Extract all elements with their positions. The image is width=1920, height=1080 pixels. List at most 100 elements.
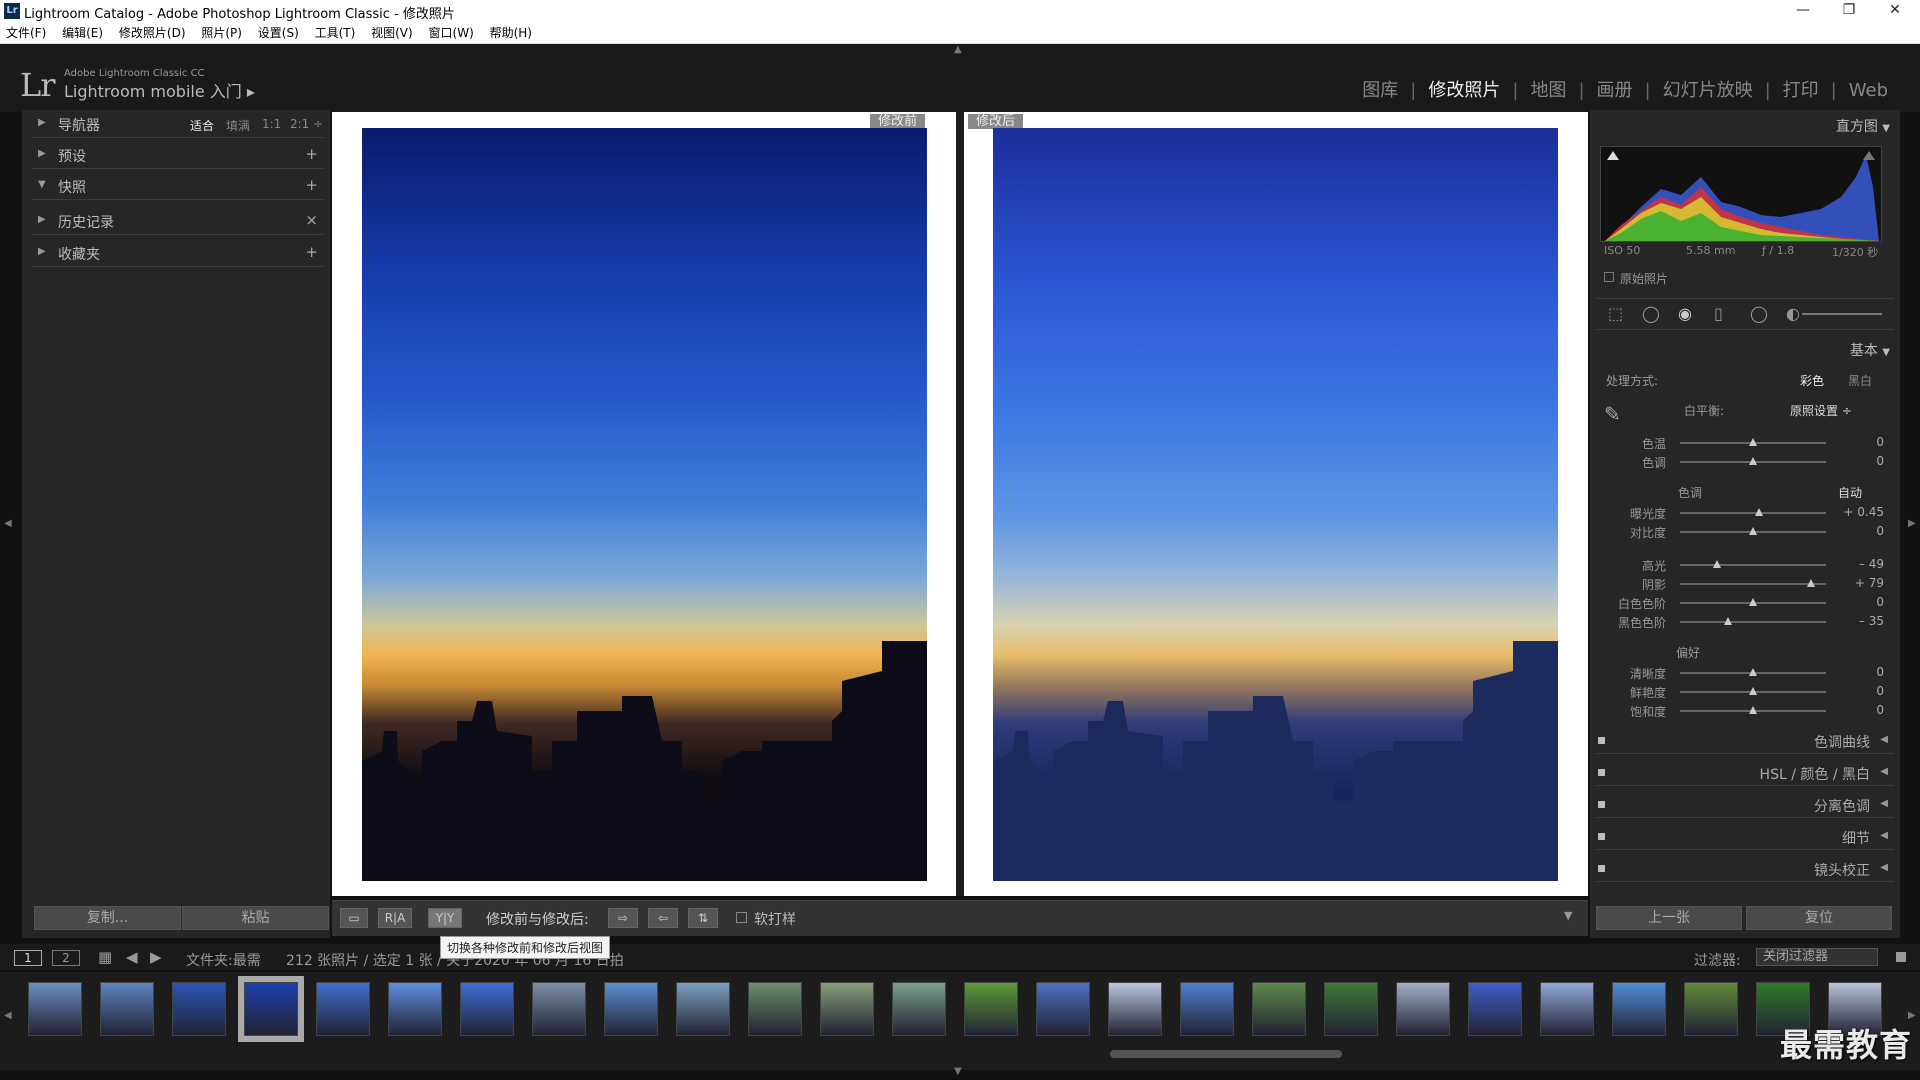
previous-button[interactable]: 上一张 [1596, 906, 1742, 930]
panel-toggle-icon[interactable] [1598, 737, 1605, 744]
filter-lock-icon[interactable] [1896, 952, 1906, 962]
original-photo-checkbox[interactable] [1604, 272, 1614, 282]
slider-knob[interactable] [1749, 457, 1757, 465]
filmstrip-thumbnail[interactable] [94, 976, 160, 1042]
module-book[interactable]: 画册 [1585, 80, 1645, 101]
slider-track[interactable] [1680, 621, 1826, 623]
panel-toggle-icon[interactable] [1598, 833, 1605, 840]
filmstrip-scrollbar[interactable] [1110, 1050, 1342, 1058]
filmstrip-thumbnail[interactable] [1390, 976, 1456, 1042]
copy-settings-button[interactable]: 复制... [34, 906, 181, 930]
loupe-view-button[interactable]: ▭ [340, 908, 368, 928]
filmstrip-thumbnail[interactable] [1246, 976, 1312, 1042]
treatment-bw[interactable]: 黑白 [1848, 372, 1872, 389]
collections-header[interactable]: ▶ 收藏夹 + [32, 241, 324, 267]
filmstrip-thumbnail[interactable] [1174, 976, 1240, 1042]
collapsed-panel-header[interactable]: 色调曲线 ◀ [1596, 728, 1894, 754]
filmstrip-thumbnail[interactable] [814, 976, 880, 1042]
module-print[interactable]: 打印 [1771, 80, 1831, 101]
menu-tools[interactable]: 工具(T) [309, 22, 362, 44]
menu-photo[interactable]: 照片(P) [195, 22, 248, 44]
slider-value[interactable]: 0 [1876, 595, 1884, 609]
menu-edit[interactable]: 编辑(E) [56, 22, 109, 44]
highlight-clipping-icon[interactable] [1863, 151, 1875, 160]
histogram-header[interactable]: 直方图 ▼ [1810, 116, 1890, 136]
wb-eyedropper-icon[interactable]: ✎ [1604, 402, 1621, 426]
menu-view[interactable]: 视图(V) [365, 22, 419, 44]
lightroom-mobile-link[interactable]: Lightroom mobile 入门 ▸ [64, 78, 255, 102]
add-snapshot-icon[interactable]: + [305, 176, 318, 194]
filmstrip-thumbnail[interactable] [958, 976, 1024, 1042]
slider-knob[interactable] [1749, 687, 1757, 695]
filmstrip-thumbnail[interactable] [886, 976, 952, 1042]
before-photo[interactable] [362, 128, 927, 881]
filmstrip-thumbnail[interactable] [22, 976, 88, 1042]
slider-knob[interactable] [1749, 438, 1757, 446]
slider-value[interactable]: – 35 [1859, 614, 1884, 628]
panel-toggle-icon[interactable] [1598, 865, 1605, 872]
collapsed-panel-header[interactable]: 镜头校正 ◀ [1596, 856, 1894, 882]
filmstrip-thumbnail[interactable] [742, 976, 808, 1042]
slider-knob[interactable] [1754, 508, 1763, 516]
slider-value[interactable]: + 0.45 [1843, 505, 1884, 519]
filmstrip-thumbnail[interactable] [1318, 976, 1384, 1042]
after-photo[interactable] [993, 128, 1558, 881]
collapse-top-arrow-icon[interactable]: ▲ [954, 44, 962, 55]
add-collection-icon[interactable]: + [305, 243, 318, 261]
panel-toggle-icon[interactable] [1598, 769, 1605, 776]
graduated-filter-icon[interactable]: ▯ [1714, 304, 1723, 323]
zoom-fill[interactable]: 填满 [226, 117, 250, 134]
filmstrip-thumbnail[interactable] [526, 976, 592, 1042]
zoom-2-1[interactable]: 2:1 ÷ [290, 117, 323, 131]
filmstrip-thumbnail[interactable] [1606, 976, 1672, 1042]
red-eye-icon[interactable]: ◉ [1678, 304, 1692, 323]
close-button[interactable]: ✕ [1872, 0, 1918, 22]
basic-header[interactable]: 基本 ▼ [1810, 340, 1890, 360]
treatment-color[interactable]: 彩色 [1800, 372, 1824, 389]
grid-view-icon[interactable]: ▦ [98, 948, 112, 966]
filmstrip-thumbnail[interactable] [238, 976, 304, 1042]
slider-knob[interactable] [1749, 527, 1757, 535]
crop-tool-icon[interactable]: ⬚ [1608, 304, 1623, 323]
collapse-left-arrow-icon[interactable]: ◀ [4, 518, 12, 529]
slider-knob[interactable] [1712, 560, 1721, 568]
slider-value[interactable]: 0 [1876, 684, 1884, 698]
radial-filter-icon[interactable]: ◯ [1750, 304, 1768, 323]
filmstrip-thumbnail[interactable] [670, 976, 736, 1042]
collapsed-panel-header[interactable]: 细节 ◀ [1596, 824, 1894, 850]
slider-track[interactable] [1680, 564, 1826, 566]
slider-knob[interactable] [1807, 579, 1816, 587]
white-balance-select[interactable]: 原照设置 ÷ [1790, 402, 1852, 419]
filmstrip-thumbnail[interactable] [1030, 976, 1096, 1042]
paste-settings-button[interactable]: 粘贴 [182, 906, 329, 930]
filmstrip-thumbnail[interactable] [1534, 976, 1600, 1042]
history-header[interactable]: ▶ 历史记录 × [32, 209, 324, 235]
back-arrow-icon[interactable]: ◀ [126, 948, 138, 966]
primary-window-button[interactable]: 1 [14, 950, 42, 966]
slider-knob[interactable] [1724, 617, 1733, 625]
swap-before-after-button[interactable]: ⇅ [688, 908, 718, 928]
slider-value[interactable]: 0 [1876, 454, 1884, 468]
slider-value[interactable]: 0 [1876, 665, 1884, 679]
filter-select[interactable]: 关闭过滤器 [1756, 948, 1878, 966]
menu-develop[interactable]: 修改照片(D) [113, 22, 192, 44]
zoom-1-1[interactable]: 1:1 [262, 117, 281, 131]
filmstrip-thumbnail[interactable] [1462, 976, 1528, 1042]
collapse-right-arrow-icon[interactable]: ▶ [1908, 518, 1916, 529]
soft-proof-checkbox[interactable] [736, 912, 747, 923]
copy-before-to-after-button[interactable]: ⇨ [608, 908, 638, 928]
slider-track[interactable] [1680, 512, 1826, 514]
collapsed-panel-header[interactable]: 分离色调 ◀ [1596, 792, 1894, 818]
slider-value[interactable]: 0 [1876, 703, 1884, 717]
navigator-header[interactable]: ▶ 导航器 适合 填满 1:1 2:1 ÷ [32, 112, 324, 138]
filmstrip-left-arrow-icon[interactable]: ◀ [4, 1010, 12, 1021]
panel-toggle-icon[interactable] [1598, 801, 1605, 808]
slider-value[interactable]: 0 [1876, 435, 1884, 449]
module-library[interactable]: 图库 [1350, 80, 1410, 101]
menu-file[interactable]: 文件(F) [0, 22, 52, 44]
slider-value[interactable]: 0 [1876, 524, 1884, 538]
slider-value[interactable]: + 79 [1855, 576, 1884, 590]
adjustment-brush-icon[interactable]: ◐ [1786, 304, 1800, 323]
reset-button[interactable]: 复位 [1746, 906, 1892, 930]
auto-tone-button[interactable]: 自动 [1838, 484, 1862, 501]
